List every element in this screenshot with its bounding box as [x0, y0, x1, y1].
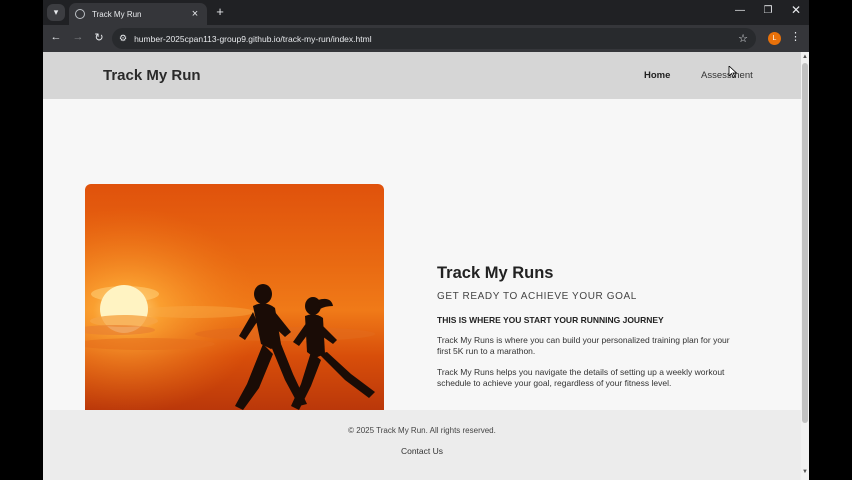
- scroll-up-icon[interactable]: ▲: [802, 54, 808, 60]
- site-header: Track My Run Home Assessment: [43, 52, 801, 99]
- hero-tagline: THIS IS WHERE YOU START YOUR RUNNING JOU…: [437, 315, 664, 325]
- menu-icon[interactable]: ⋮: [790, 30, 801, 43]
- minimize-icon[interactable]: —: [733, 5, 747, 16]
- page-scrollbar[interactable]: ▲ ▼: [801, 52, 809, 480]
- hero-image: [85, 184, 384, 414]
- site-footer: © 2025 Track My Run. All rights reserved…: [43, 410, 801, 480]
- restore-icon[interactable]: ❐: [761, 5, 775, 16]
- footer-copyright: © 2025 Track My Run. All rights reserved…: [348, 426, 496, 435]
- window-close-icon[interactable]: ✕: [789, 3, 803, 17]
- favicon-icon: [75, 9, 85, 19]
- profile-avatar[interactable]: L: [768, 32, 781, 45]
- footer-contact-link[interactable]: Contact Us: [43, 446, 801, 456]
- browser-tab[interactable]: Track My Run ×: [69, 3, 207, 25]
- sunset-runners-image: [85, 184, 384, 414]
- page-viewport: Track My Run Home Assessment Track My Ru…: [43, 52, 801, 480]
- tab-close-icon[interactable]: ×: [189, 8, 201, 20]
- nav-link-home[interactable]: Home: [644, 70, 670, 81]
- browser-window: ▾ Track My Run × + — ❐ ✕ ← → ↻ ⚙ humber-…: [43, 0, 809, 480]
- site-info-icon[interactable]: ⚙: [119, 33, 127, 44]
- reload-icon[interactable]: ↻: [92, 31, 106, 44]
- forward-icon[interactable]: →: [71, 31, 85, 43]
- scroll-thumb[interactable]: [802, 63, 808, 423]
- tab-search-icon[interactable]: ▾: [47, 4, 65, 21]
- hero-subtitle: GET READY TO ACHIEVE YOUR GOAL: [437, 291, 637, 302]
- address-bar[interactable]: ⚙ humber-2025cpan113-group9.github.io/tr…: [112, 28, 756, 49]
- new-tab-icon[interactable]: +: [212, 4, 228, 19]
- tab-strip: ▾ Track My Run × + — ❐ ✕: [43, 0, 809, 25]
- browser-toolbar: ← → ↻ ⚙ humber-2025cpan113-group9.github…: [43, 25, 809, 52]
- url-text[interactable]: humber-2025cpan113-group9.github.io/trac…: [134, 34, 738, 44]
- mouse-cursor-icon: [728, 66, 738, 78]
- hero-title: Track My Runs: [437, 264, 554, 282]
- bookmark-star-icon[interactable]: ☆: [738, 32, 748, 45]
- tab-title: Track My Run: [92, 9, 142, 19]
- nav-link-assessment[interactable]: Assessment: [701, 70, 753, 81]
- site-logo[interactable]: Track My Run: [103, 67, 201, 84]
- hero-paragraph-2: Track My Runs helps you navigate the det…: [437, 367, 725, 388]
- scroll-down-icon[interactable]: ▼: [802, 469, 808, 475]
- back-icon[interactable]: ←: [49, 31, 63, 43]
- hero-paragraph-1: Track My Runs is where you can build you…: [437, 335, 730, 356]
